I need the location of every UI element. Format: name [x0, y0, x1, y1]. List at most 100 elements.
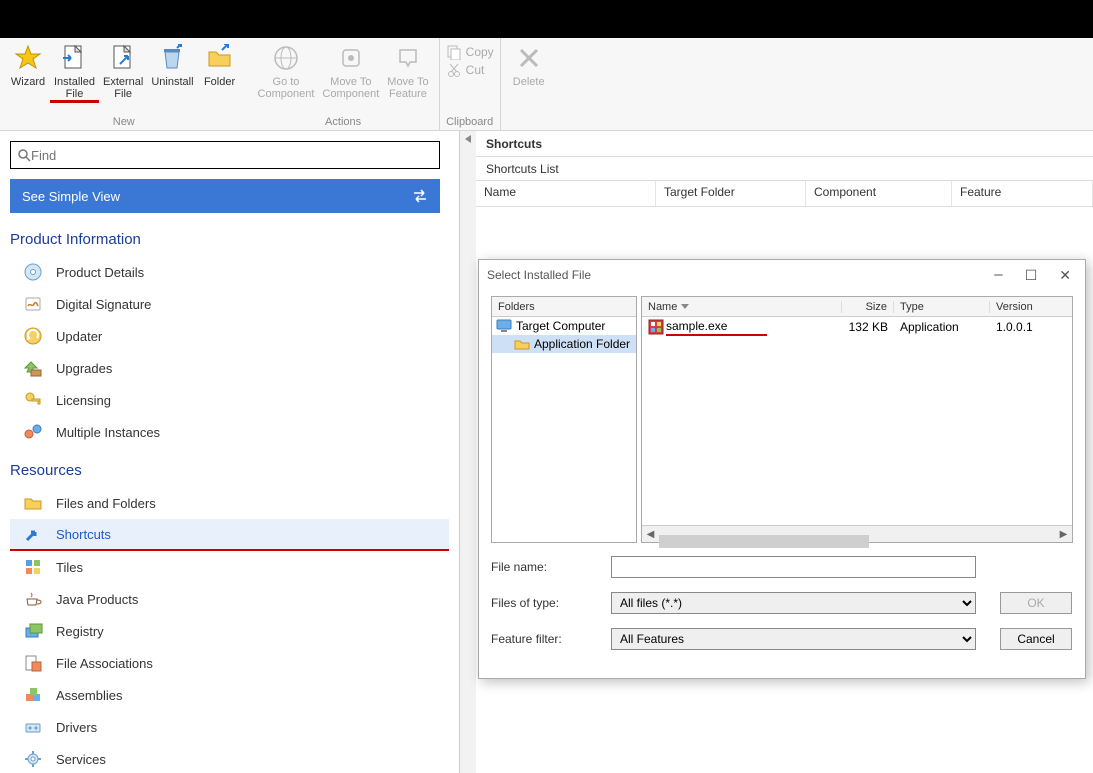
splitter[interactable] — [460, 131, 476, 773]
col-target-folder[interactable]: Target Folder — [656, 181, 806, 206]
nav-assemblies[interactable]: Assemblies — [10, 679, 449, 711]
nav-multiple-instances[interactable]: Multiple Instances — [10, 416, 449, 448]
nav-registry-label: Registry — [46, 624, 104, 639]
nav-updater[interactable]: Updater — [10, 320, 449, 352]
key-icon — [20, 390, 46, 410]
cut-icon — [446, 62, 462, 78]
upgrades-icon — [20, 358, 46, 378]
delete-x-icon — [516, 42, 542, 74]
folder-open-icon — [20, 493, 46, 513]
copy-button[interactable]: Copy — [446, 44, 494, 60]
nav-licensing[interactable]: Licensing — [10, 384, 449, 416]
drivers-icon — [20, 717, 46, 737]
moveto-feature-button[interactable]: Move To Feature — [383, 40, 432, 102]
dialog-title-text: Select Installed File — [487, 268, 591, 282]
nav-file-assoc[interactable]: File Associations — [10, 647, 449, 679]
filename-input[interactable] — [611, 556, 976, 578]
filetype-label: Files of type: — [491, 596, 611, 610]
folder-label: Folder — [204, 76, 235, 88]
nav-shortcuts[interactable]: Shortcuts — [10, 519, 449, 551]
featurefilter-select[interactable]: All Features — [611, 628, 976, 650]
scroll-thumb[interactable] — [659, 535, 869, 548]
nav-tiles[interactable]: Tiles — [10, 551, 449, 583]
nav-multiple-instances-label: Multiple Instances — [46, 425, 160, 440]
filetype-select[interactable]: All files (*.*) — [611, 592, 976, 614]
nav-java-products[interactable]: Java Products — [10, 583, 449, 615]
files-pane: Name Size Type Version sample.exe 132 KB… — [641, 296, 1073, 543]
ribbon-group-clipboard-label: Clipboard — [446, 116, 493, 128]
nav-drivers[interactable]: Drivers — [10, 711, 449, 743]
signature-icon — [20, 294, 46, 314]
find-box[interactable] — [10, 141, 440, 169]
nav-services-label: Services — [46, 752, 106, 767]
file-size-text: 132 KB — [842, 320, 894, 334]
wizard-icon — [14, 42, 42, 74]
nav-licensing-label: Licensing — [46, 393, 111, 408]
external-file-button[interactable]: External File — [99, 40, 147, 102]
file-row-sample[interactable]: sample.exe 132 KB Application 1.0.0.1 — [642, 317, 1072, 337]
files-col-version[interactable]: Version — [990, 301, 1072, 313]
nav-files-folders[interactable]: Files and Folders — [10, 487, 449, 519]
nav-registry[interactable]: Registry — [10, 615, 449, 647]
minimize-button[interactable]: — — [994, 267, 1002, 284]
nav-tiles-label: Tiles — [46, 560, 83, 575]
wizard-button[interactable]: Wizard — [6, 40, 50, 90]
col-feature[interactable]: Feature — [952, 181, 1093, 206]
trash-icon — [159, 42, 185, 74]
file-arrow-icon — [61, 42, 87, 74]
nav-file-assoc-label: File Associations — [46, 656, 153, 671]
ribbon-group-new-label: New — [113, 116, 135, 128]
col-name[interactable]: Name — [476, 181, 656, 206]
copy-label: Copy — [466, 45, 494, 59]
nav-product-details[interactable]: Product Details — [10, 256, 449, 288]
files-col-name[interactable]: Name — [648, 301, 677, 313]
splitter-handle-icon — [463, 133, 473, 153]
copy-icon — [446, 44, 462, 60]
goto-component-label: Go to Component — [258, 76, 315, 100]
moveto-component-label: Move To Component — [322, 76, 379, 100]
cut-button[interactable]: Cut — [446, 62, 485, 78]
shortcuts-list-label: Shortcuts List — [476, 157, 1093, 181]
nav-upgrades[interactable]: Upgrades — [10, 352, 449, 384]
folder-button[interactable]: Folder — [198, 40, 242, 90]
tree-application-folder[interactable]: Application Folder — [492, 335, 636, 353]
assemblies-icon — [20, 685, 46, 705]
maximize-button[interactable]: ☐ — [1025, 267, 1038, 284]
shortcuts-table-header: Name Target Folder Component Feature — [476, 181, 1093, 207]
registry-icon — [20, 621, 46, 641]
installed-file-button[interactable]: Installed File — [50, 40, 99, 103]
scroll-left-button[interactable]: ◀ — [642, 526, 659, 543]
cut-label: Cut — [466, 63, 485, 77]
select-installed-file-dialog: Select Installed File — ☐ ✕ Folders Targ… — [478, 259, 1086, 679]
java-cup-icon — [20, 589, 46, 609]
nav-header-product-info: Product Information — [10, 231, 449, 248]
nav-services[interactable]: Services — [10, 743, 449, 773]
sort-arrow-icon — [681, 304, 689, 310]
horizontal-scrollbar[interactable]: ◀ ▶ — [642, 525, 1072, 542]
nav-updater-label: Updater — [46, 329, 102, 344]
nav-files-folders-label: Files and Folders — [46, 496, 156, 511]
cancel-button[interactable]: Cancel — [1000, 628, 1072, 650]
ok-button[interactable]: OK — [1000, 592, 1072, 614]
col-component[interactable]: Component — [806, 181, 952, 206]
goto-component-button[interactable]: Go to Component — [254, 40, 319, 102]
nav-digital-signature[interactable]: Digital Signature — [10, 288, 449, 320]
delete-button[interactable]: Delete — [507, 40, 551, 90]
file-name-text: sample.exe — [666, 319, 767, 336]
nav-digital-signature-label: Digital Signature — [46, 297, 151, 312]
scroll-right-button[interactable]: ▶ — [1055, 526, 1072, 543]
simple-view-label: See Simple View — [22, 189, 120, 204]
dialog-titlebar[interactable]: Select Installed File — ☐ ✕ — [479, 260, 1085, 290]
shortcut-arrow-icon — [20, 524, 46, 544]
close-button[interactable]: ✕ — [1059, 267, 1071, 284]
find-input[interactable] — [31, 148, 433, 163]
simple-view-button[interactable]: See Simple View — [10, 179, 440, 213]
uninstall-button[interactable]: Uninstall — [147, 40, 197, 90]
moveto-component-button[interactable]: Move To Component — [318, 40, 383, 102]
files-col-type[interactable]: Type — [894, 301, 990, 313]
files-col-size[interactable]: Size — [842, 301, 894, 313]
disc-icon — [20, 262, 46, 282]
tree-child-label: Application Folder — [530, 337, 630, 351]
ribbon-group-actions-label: Actions — [325, 116, 361, 128]
tree-target-computer[interactable]: Target Computer — [492, 317, 636, 335]
